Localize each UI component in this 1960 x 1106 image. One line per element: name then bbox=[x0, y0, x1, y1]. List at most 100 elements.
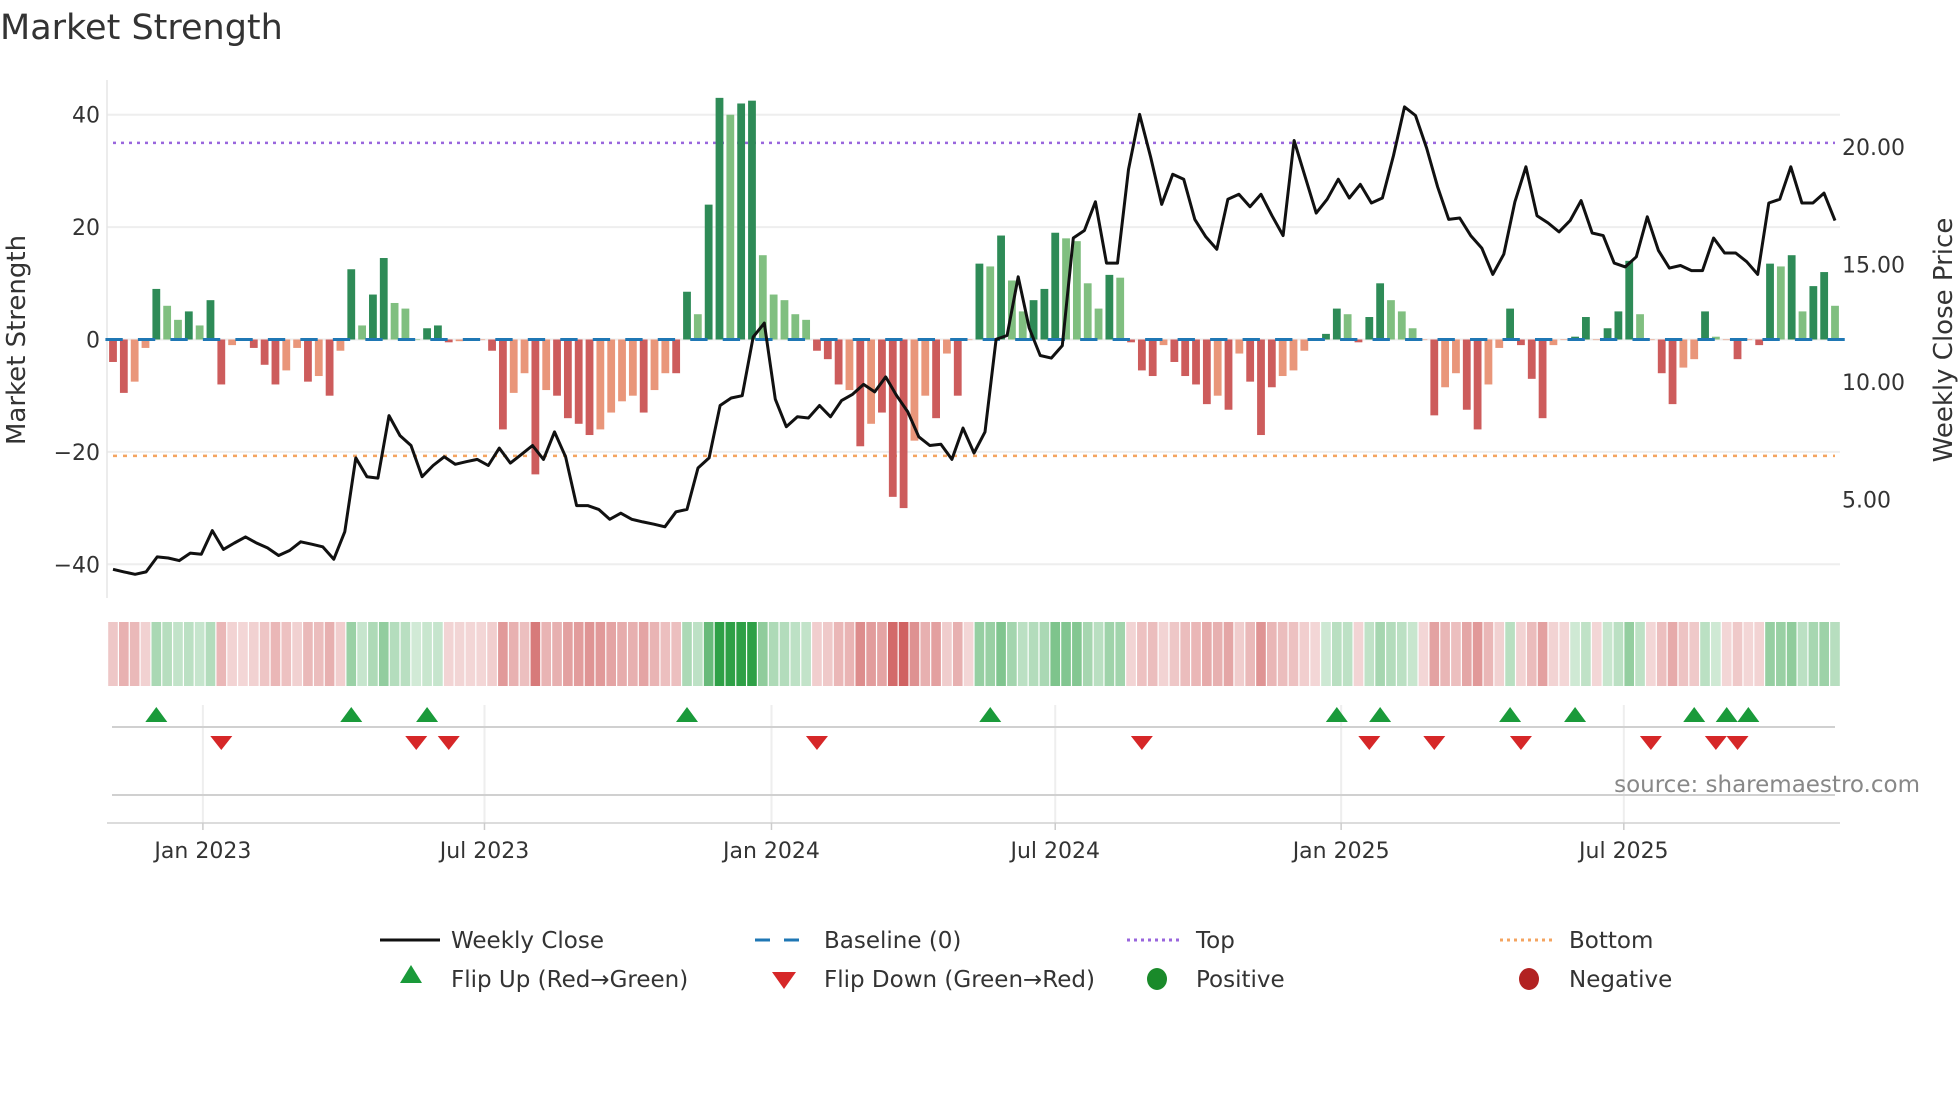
strip-cell bbox=[1678, 622, 1689, 686]
legend-top[interactable]: Top bbox=[1127, 928, 1235, 954]
legend-bottom[interactable]: Bottom bbox=[1500, 928, 1653, 954]
strength-bar bbox=[304, 339, 312, 382]
strength-bar bbox=[1592, 339, 1601, 341]
strength-bar bbox=[1170, 339, 1179, 362]
strength-bar bbox=[1462, 339, 1471, 410]
strip-cell bbox=[931, 622, 941, 686]
strip-cell bbox=[357, 622, 367, 686]
strength-bar bbox=[563, 339, 572, 419]
strip-cell bbox=[1191, 622, 1201, 686]
strip-cell bbox=[119, 622, 129, 686]
strip-cell bbox=[1007, 622, 1017, 686]
strip-cell bbox=[736, 622, 746, 686]
strip-cell bbox=[1017, 622, 1028, 686]
legend-flip-up[interactable]: Flip Up (Red→Green) bbox=[400, 965, 688, 993]
flip-up-marker bbox=[1499, 707, 1522, 722]
strength-bar bbox=[1820, 272, 1829, 340]
strength-bar bbox=[488, 339, 496, 351]
legend-positive[interactable]: Positive bbox=[1147, 967, 1285, 993]
strip-cell bbox=[1386, 622, 1396, 686]
legend-weekly-close[interactable]: Weekly Close bbox=[380, 928, 604, 954]
strip-cell bbox=[1169, 622, 1180, 686]
strip-cell bbox=[1407, 622, 1418, 686]
strip-cell bbox=[1776, 622, 1786, 686]
strip-cell bbox=[335, 622, 346, 686]
strength-bar bbox=[1267, 339, 1276, 388]
strip-cell bbox=[1700, 622, 1710, 686]
strength-bar bbox=[1679, 339, 1688, 368]
strip-cell bbox=[1299, 622, 1310, 686]
y2-tick-label: 5.00 bbox=[1842, 488, 1891, 513]
strength-bar bbox=[1603, 328, 1612, 340]
strength-bar bbox=[1484, 339, 1493, 385]
strip-cell bbox=[660, 622, 671, 686]
legend-flip-down[interactable]: Flip Down (Green→Red) bbox=[772, 967, 1095, 993]
strength-bar bbox=[802, 319, 811, 340]
strength-bar bbox=[1051, 232, 1060, 340]
strip-cell bbox=[1364, 622, 1375, 686]
x-tick-label: Jul 2024 bbox=[1008, 839, 1100, 864]
strip-cell bbox=[259, 622, 270, 686]
strip-cell bbox=[1234, 622, 1245, 686]
strength-bar bbox=[1527, 339, 1536, 379]
strength-bar bbox=[1560, 339, 1569, 341]
strip-cell bbox=[1559, 622, 1570, 686]
strip-cell bbox=[1494, 622, 1505, 686]
strength-bar bbox=[1495, 339, 1504, 348]
strength-bar bbox=[390, 302, 399, 340]
strength-bar bbox=[1408, 328, 1417, 340]
flip-up-marker bbox=[1325, 707, 1348, 722]
strip-cell bbox=[1093, 622, 1104, 686]
strength-bar bbox=[130, 339, 139, 382]
strength-bar bbox=[1257, 339, 1265, 436]
strength-bar bbox=[596, 339, 605, 430]
flip-down-marker bbox=[1509, 736, 1532, 750]
strength-bar bbox=[369, 294, 377, 340]
strength-bar bbox=[867, 339, 876, 424]
strength-bar bbox=[1235, 339, 1244, 354]
strength-bar bbox=[1809, 286, 1818, 340]
strip-cell bbox=[552, 622, 562, 686]
strength-bar bbox=[314, 339, 323, 377]
strength-bar bbox=[1213, 339, 1222, 396]
strip-cell bbox=[238, 622, 248, 686]
strip-cell bbox=[443, 622, 454, 686]
triangle-up-icon bbox=[400, 965, 422, 983]
strength-bar bbox=[184, 311, 193, 340]
strip-cell bbox=[303, 622, 313, 686]
flip-up-marker bbox=[1737, 707, 1760, 722]
strength-bar bbox=[1473, 339, 1482, 430]
flip-up-marker bbox=[340, 707, 363, 722]
strength-bar bbox=[921, 339, 930, 396]
strength-bar bbox=[1246, 339, 1255, 382]
strip-cell bbox=[1256, 622, 1266, 686]
x-tick-label: Jan 2025 bbox=[1291, 839, 1390, 864]
strip-cell bbox=[1797, 622, 1808, 686]
flip-markers bbox=[145, 707, 1760, 750]
strip-cell bbox=[1689, 622, 1700, 686]
x-tick-label: Jan 2024 bbox=[721, 839, 820, 864]
strength-bar bbox=[1116, 277, 1125, 340]
strength-bar bbox=[1343, 314, 1352, 340]
legend-baseline[interactable]: Baseline (0) bbox=[755, 928, 961, 954]
strip-cell bbox=[1104, 622, 1115, 686]
strip-cell bbox=[996, 622, 1006, 686]
strip-cell bbox=[693, 622, 703, 686]
legend-label: Positive bbox=[1196, 967, 1285, 993]
strength-bar bbox=[553, 339, 561, 396]
strip-cell bbox=[1212, 622, 1223, 686]
strip-cell bbox=[1635, 622, 1645, 686]
strip-cell bbox=[389, 622, 400, 686]
strength-bar bbox=[260, 339, 269, 365]
legend-negative[interactable]: Negative bbox=[1519, 967, 1672, 993]
right-axis-ticks: 20.00 15.00 10.00 5.00 bbox=[1842, 136, 1905, 513]
strip-cell bbox=[1147, 622, 1158, 686]
strip-cell bbox=[368, 622, 378, 686]
strip-cell bbox=[194, 622, 205, 686]
strip-cell bbox=[227, 622, 237, 686]
strength-bar bbox=[1332, 308, 1341, 340]
strength-bar bbox=[1040, 288, 1049, 340]
strip-cell bbox=[1581, 622, 1591, 686]
flip-down-marker bbox=[1704, 736, 1727, 750]
strength-bar bbox=[888, 339, 897, 497]
